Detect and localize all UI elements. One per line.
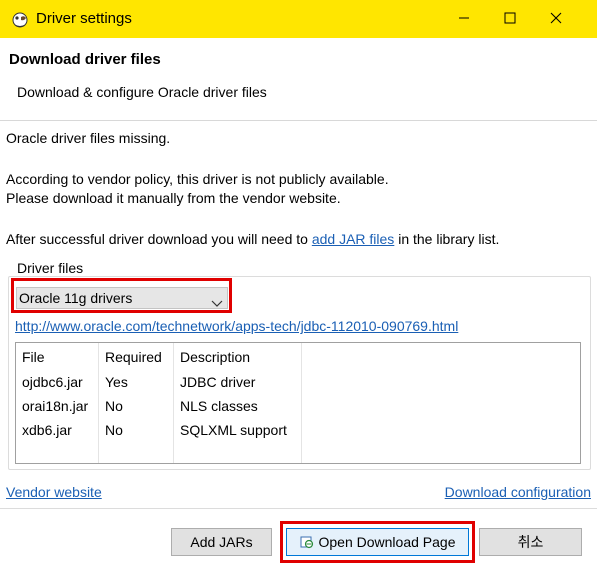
- table-cell-file[interactable]: orai18n.jar: [22, 398, 88, 414]
- button-bar-separator: [0, 508, 597, 509]
- policy-message-line-1: According to vendor policy, this driver …: [6, 171, 389, 187]
- window-title: Driver settings: [36, 10, 132, 27]
- after-download-prefix: After successful driver download you wil…: [6, 231, 312, 247]
- close-icon: [550, 11, 562, 27]
- column-header-required[interactable]: Required: [105, 349, 162, 365]
- vendor-website-link[interactable]: Vendor website: [6, 484, 102, 500]
- download-configuration-link[interactable]: Download configuration: [445, 484, 591, 500]
- driver-files-group-label: Driver files: [15, 260, 86, 276]
- table-cell-description[interactable]: NLS classes: [180, 398, 258, 414]
- cancel-button[interactable]: 취소: [479, 528, 582, 556]
- table-cell-required[interactable]: No: [105, 398, 123, 414]
- open-download-page-highlight-box: [280, 521, 475, 563]
- title-bar[interactable]: Driver settings: [0, 0, 597, 38]
- close-button[interactable]: [533, 0, 579, 38]
- table-cell-file[interactable]: ojdbc6.jar: [22, 374, 83, 390]
- column-separator: [301, 343, 302, 463]
- table-cell-file[interactable]: xdb6.jar: [22, 422, 72, 438]
- add-jars-button[interactable]: Add JARs: [171, 528, 272, 556]
- table-cell-required[interactable]: No: [105, 422, 123, 438]
- add-jar-files-link[interactable]: add JAR files: [312, 231, 394, 247]
- driver-files-table: File Required Description ojdbc6.jar Yes…: [15, 342, 581, 464]
- table-cell-required[interactable]: Yes: [105, 374, 128, 390]
- column-header-description[interactable]: Description: [180, 349, 250, 365]
- after-download-message: After successful driver download you wil…: [6, 231, 499, 247]
- maximize-icon: [504, 11, 516, 27]
- table-cell-description[interactable]: SQLXML support: [180, 422, 287, 438]
- minimize-button[interactable]: [441, 0, 487, 38]
- driver-download-url-link[interactable]: http://www.oracle.com/technetwork/apps-t…: [15, 318, 458, 334]
- minimize-icon: [458, 11, 470, 27]
- driver-select-highlight-box: [11, 278, 232, 313]
- header-title: Download driver files: [9, 51, 161, 68]
- header-subtitle: Download & configure Oracle driver files: [17, 84, 267, 100]
- policy-message-line-2: Please download it manually from the ven…: [6, 190, 341, 206]
- column-separator: [98, 343, 99, 463]
- after-download-suffix: in the library list.: [394, 231, 500, 247]
- missing-message: Oracle driver files missing.: [6, 130, 171, 146]
- maximize-button[interactable]: [487, 0, 533, 38]
- column-separator: [173, 343, 174, 463]
- table-cell-description[interactable]: JDBC driver: [180, 374, 255, 390]
- dbeaver-beaver-icon: [10, 9, 30, 29]
- wizard-header: Download driver files Download & configu…: [0, 38, 597, 121]
- column-header-file[interactable]: File: [22, 349, 45, 365]
